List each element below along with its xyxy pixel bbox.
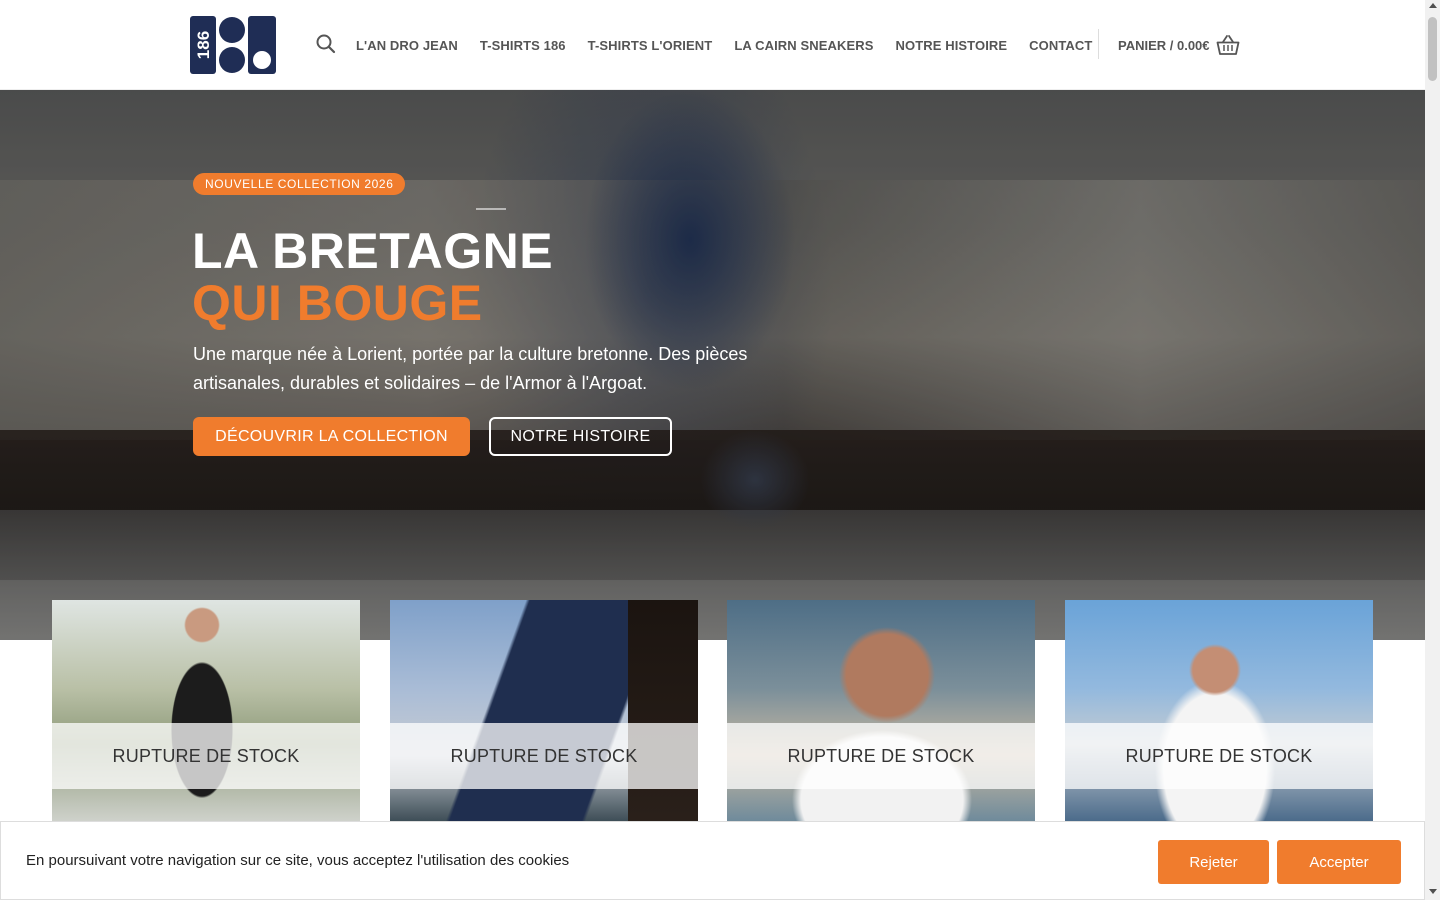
logo-text: 186 (194, 31, 213, 59)
hero-title: LA BRETAGNE QUI BOUGE (192, 225, 553, 329)
cart-label: PANIER / 0.00€ (1118, 37, 1210, 53)
scrollbar-thumb[interactable] (1428, 17, 1437, 81)
cart-button[interactable]: PANIER / 0.00€ (1118, 0, 1240, 90)
product-card[interactable]: RUPTURE DE STOCK (727, 600, 1035, 822)
our-story-button[interactable]: NOTRE HISTOIRE (489, 417, 672, 456)
accept-cookies-button[interactable]: Accepter (1277, 840, 1401, 884)
main-nav: L'AN DRO JEAN T-SHIRTS 186 T-SHIRTS L'OR… (356, 0, 1114, 90)
cookie-message: En poursuivant votre navigation sur ce s… (26, 852, 570, 869)
product-grid: RUPTURE DE STOCK RUPTURE DE STOCK RUPTUR… (52, 600, 1373, 822)
out-of-stock-label: RUPTURE DE STOCK (1065, 723, 1373, 789)
logo-icon: 186 (190, 16, 276, 74)
product-card[interactable]: RUPTURE DE STOCK (52, 600, 360, 822)
nav-item-notre-histoire[interactable]: NOTRE HISTOIRE (896, 38, 1008, 53)
product-card[interactable]: RUPTURE DE STOCK (390, 600, 698, 822)
search-button[interactable] (315, 33, 337, 55)
scroll-up-arrow-icon[interactable] (1429, 3, 1437, 8)
hero-banner: NOUVELLE COLLECTION 2026 LA BRETAGNE QUI… (0, 90, 1425, 640)
page-scrollbar[interactable] (1425, 0, 1440, 900)
discover-collection-button[interactable]: DÉCOUVRIR LA COLLECTION (193, 417, 470, 456)
cookie-banner: En poursuivant votre navigation sur ce s… (0, 821, 1425, 900)
logo[interactable]: 186 (190, 16, 276, 74)
hero-divider (476, 208, 506, 210)
nav-item-contact[interactable]: CONTACT (1029, 38, 1092, 53)
product-card[interactable]: RUPTURE DE STOCK (1065, 600, 1373, 822)
nav-item-an-dro-jean[interactable]: L'AN DRO JEAN (356, 38, 458, 53)
hero-title-line1: LA BRETAGNE (192, 223, 554, 279)
basket-icon (1216, 35, 1239, 55)
nav-item-t-shirts-186[interactable]: T-SHIRTS 186 (480, 38, 566, 53)
reject-cookies-button[interactable]: Rejeter (1158, 840, 1269, 884)
site-header: 186 L'AN DRO JEAN T-SHIRTS 186 T-SHIRTS … (0, 0, 1425, 90)
collection-badge: NOUVELLE COLLECTION 2026 (193, 173, 406, 195)
search-icon (316, 34, 336, 54)
hero-title-line2: QUI BOUGE (192, 275, 483, 331)
nav-divider (1098, 29, 1099, 59)
nav-item-t-shirts-lorient[interactable]: T-SHIRTS L'ORIENT (588, 38, 713, 53)
hero-description: Une marque née à Lorient, portée par la … (193, 344, 748, 393)
out-of-stock-label: RUPTURE DE STOCK (52, 723, 360, 789)
out-of-stock-label: RUPTURE DE STOCK (390, 723, 698, 789)
nav-item-cairn-sneakers[interactable]: LA CAIRN SNEAKERS (734, 38, 873, 53)
out-of-stock-label: RUPTURE DE STOCK (727, 723, 1035, 789)
scroll-down-arrow-icon[interactable] (1429, 889, 1437, 894)
